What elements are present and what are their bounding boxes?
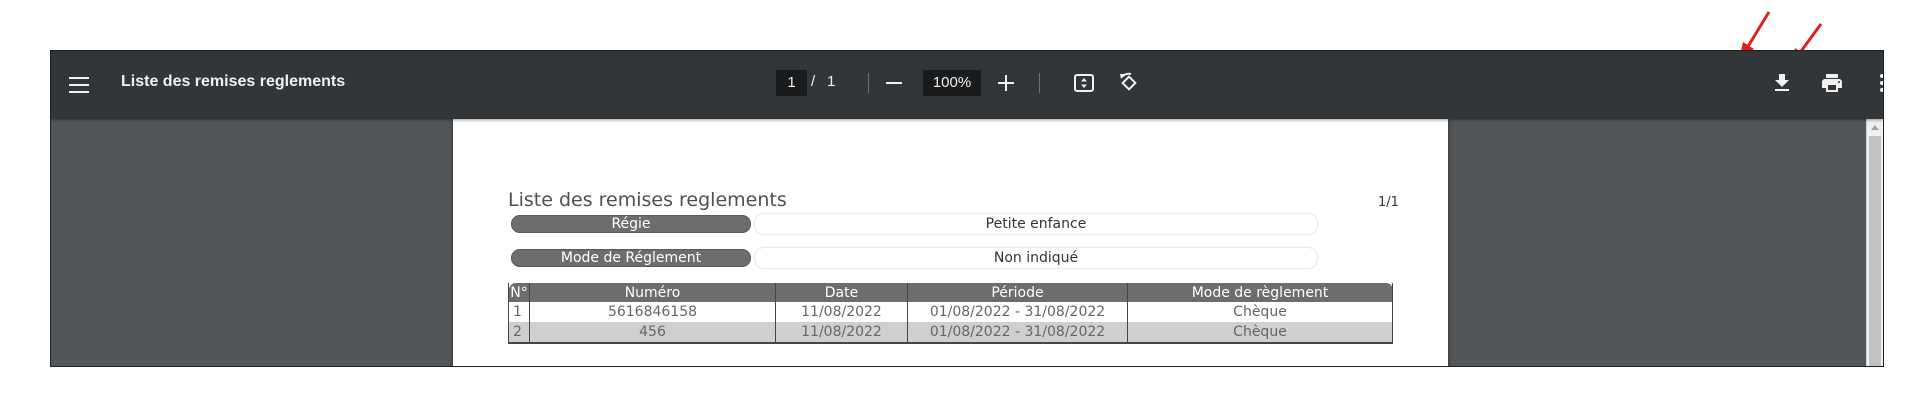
scrollbar-thumb[interactable]: [1869, 136, 1881, 366]
page-total: 1: [827, 73, 836, 90]
table-cell: 456: [529, 322, 776, 344]
menu-icon[interactable]: [61, 67, 97, 103]
fit-to-page-icon[interactable]: [1072, 71, 1096, 95]
column-header: Mode de règlement: [1127, 283, 1393, 302]
table-row: 2 456 11/08/2022 01/08/2022 - 31/08/2022…: [508, 322, 1393, 344]
zoom-in-icon[interactable]: [998, 75, 1014, 91]
pdf-page: Liste des remises reglements 1/1 Régie P…: [453, 119, 1448, 366]
table-row: 1 5616846158 11/08/2022 01/08/2022 - 31/…: [508, 302, 1393, 322]
zoom-out-icon[interactable]: [886, 82, 902, 84]
table-cell: 11/08/2022: [775, 302, 908, 322]
toolbar-divider: [868, 73, 869, 93]
toolbar-title: Liste des remises reglements: [121, 73, 346, 90]
vertical-scrollbar[interactable]: [1866, 119, 1883, 366]
pdf-viewer: Liste des remises reglements 1 / 1 100%: [50, 50, 1884, 367]
column-header: Numéro: [529, 283, 776, 302]
table-cell: 11/08/2022: [775, 322, 908, 344]
remises-table: N° Numéro Date Période Mode de règlement…: [508, 283, 1393, 344]
pdf-toolbar: Liste des remises reglements 1 / 1 100%: [51, 51, 1883, 119]
table-cell: Chèque: [1127, 322, 1393, 344]
table-cell: 01/08/2022 - 31/08/2022: [907, 302, 1128, 322]
table-cell: 2: [508, 322, 530, 344]
column-header: N°: [508, 283, 530, 302]
table-cell: Chèque: [1127, 302, 1393, 322]
scroll-up-arrow-icon[interactable]: [1871, 125, 1879, 130]
zoom-level-input[interactable]: 100%: [923, 70, 981, 96]
mode-reglement-label: Mode de Réglement: [511, 249, 751, 267]
page-count: 1/1: [1378, 195, 1399, 210]
table-cell: 1: [508, 302, 530, 322]
column-header: Période: [907, 283, 1128, 302]
download-icon[interactable]: [1770, 71, 1794, 95]
regie-value: Petite enfance: [755, 214, 1317, 234]
page-number-input[interactable]: 1: [776, 70, 807, 96]
column-header: Date: [775, 283, 908, 302]
table-header-row: N° Numéro Date Période Mode de règlement: [508, 283, 1393, 302]
more-vertical-icon[interactable]: [1870, 71, 1884, 95]
toolbar-divider: [1039, 73, 1040, 93]
print-icon[interactable]: [1820, 71, 1844, 95]
table-cell: 01/08/2022 - 31/08/2022: [907, 322, 1128, 344]
report-title: Liste des remises reglements: [508, 189, 787, 211]
table-cell: 5616846158: [529, 302, 776, 322]
page-separator: /: [811, 73, 816, 90]
rotate-counterclockwise-icon[interactable]: [1117, 71, 1141, 95]
regie-label: Régie: [511, 215, 751, 233]
mode-reglement-value: Non indiqué: [755, 248, 1317, 268]
